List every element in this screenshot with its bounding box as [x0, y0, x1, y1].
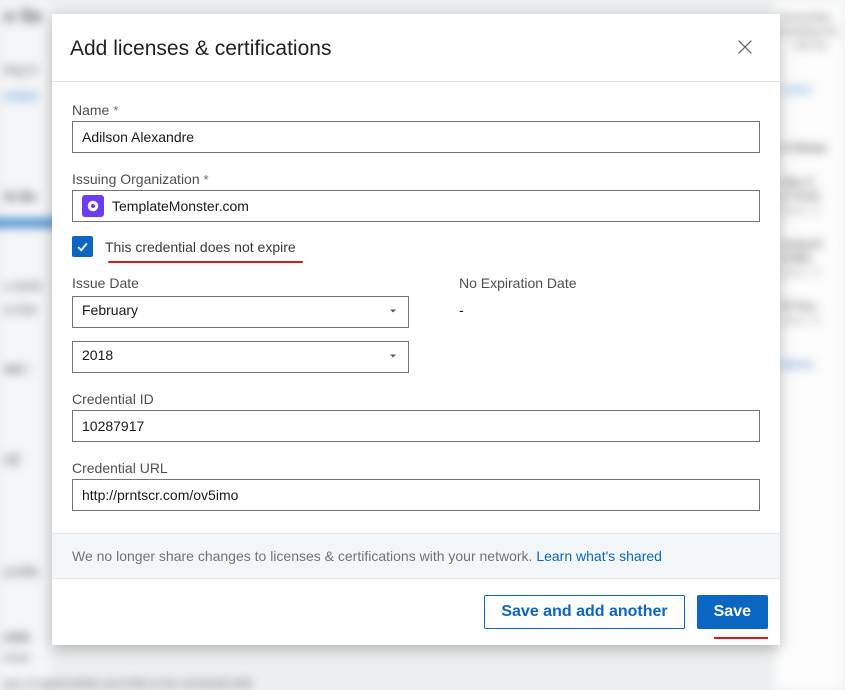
credential-url-group: Credential URL: [72, 460, 760, 511]
name-label: Name *: [72, 102, 760, 118]
annotation-underline: [108, 261, 303, 263]
required-star: *: [204, 172, 209, 187]
close-icon: [734, 36, 756, 58]
credential-url-input[interactable]: [72, 479, 760, 511]
issue-month-value: February: [82, 302, 138, 318]
no-expire-checkbox-row[interactable]: This credential does not expire: [72, 236, 760, 257]
issuing-org-input[interactable]: TemplateMonster.com: [72, 190, 760, 222]
share-notice: We no longer share changes to licenses &…: [52, 533, 780, 579]
credential-url-label: Credential URL: [72, 460, 760, 476]
issuing-org-label: Issuing Organization *: [72, 171, 760, 187]
name-input[interactable]: [72, 121, 760, 153]
issuing-org-value: TemplateMonster.com: [112, 198, 249, 214]
issue-date-label: Issue Date: [72, 275, 409, 291]
chevron-down-icon: [387, 304, 399, 320]
chevron-down-icon: [387, 349, 399, 365]
name-group: Name *: [72, 102, 760, 153]
expiration-label: No Expiration Date: [459, 275, 760, 291]
issue-year-value: 2018: [82, 347, 113, 363]
issue-date-col: Issue Date February 2018: [72, 275, 409, 373]
required-star: *: [113, 103, 118, 118]
expiration-col: No Expiration Date -: [459, 275, 760, 373]
checkbox-checked-icon: [72, 236, 93, 257]
modal-title: Add licenses & certifications: [70, 37, 331, 61]
no-expire-label: This credential does not expire: [105, 239, 296, 255]
learn-whats-shared-link[interactable]: Learn what's shared: [536, 548, 662, 564]
annotation-underline: [714, 637, 768, 639]
date-columns: Issue Date February 2018 No Expiration D…: [72, 275, 760, 373]
org-logo-icon: [82, 195, 104, 217]
issue-month-select[interactable]: February: [72, 296, 409, 328]
credential-id-group: Credential ID: [72, 391, 760, 442]
expiration-dash: -: [459, 296, 760, 318]
credential-id-input[interactable]: [72, 410, 760, 442]
add-license-modal: Add licenses & certifications Name * Iss…: [52, 14, 780, 645]
save-add-another-button[interactable]: Save and add another: [484, 595, 684, 629]
issue-year-select[interactable]: 2018: [72, 341, 409, 373]
issuing-org-group: Issuing Organization * TemplateMonster.c…: [72, 171, 760, 222]
credential-id-label: Credential ID: [72, 391, 760, 407]
save-button[interactable]: Save: [697, 595, 768, 629]
close-button[interactable]: [730, 32, 760, 65]
modal-header: Add licenses & certifications: [52, 14, 780, 82]
